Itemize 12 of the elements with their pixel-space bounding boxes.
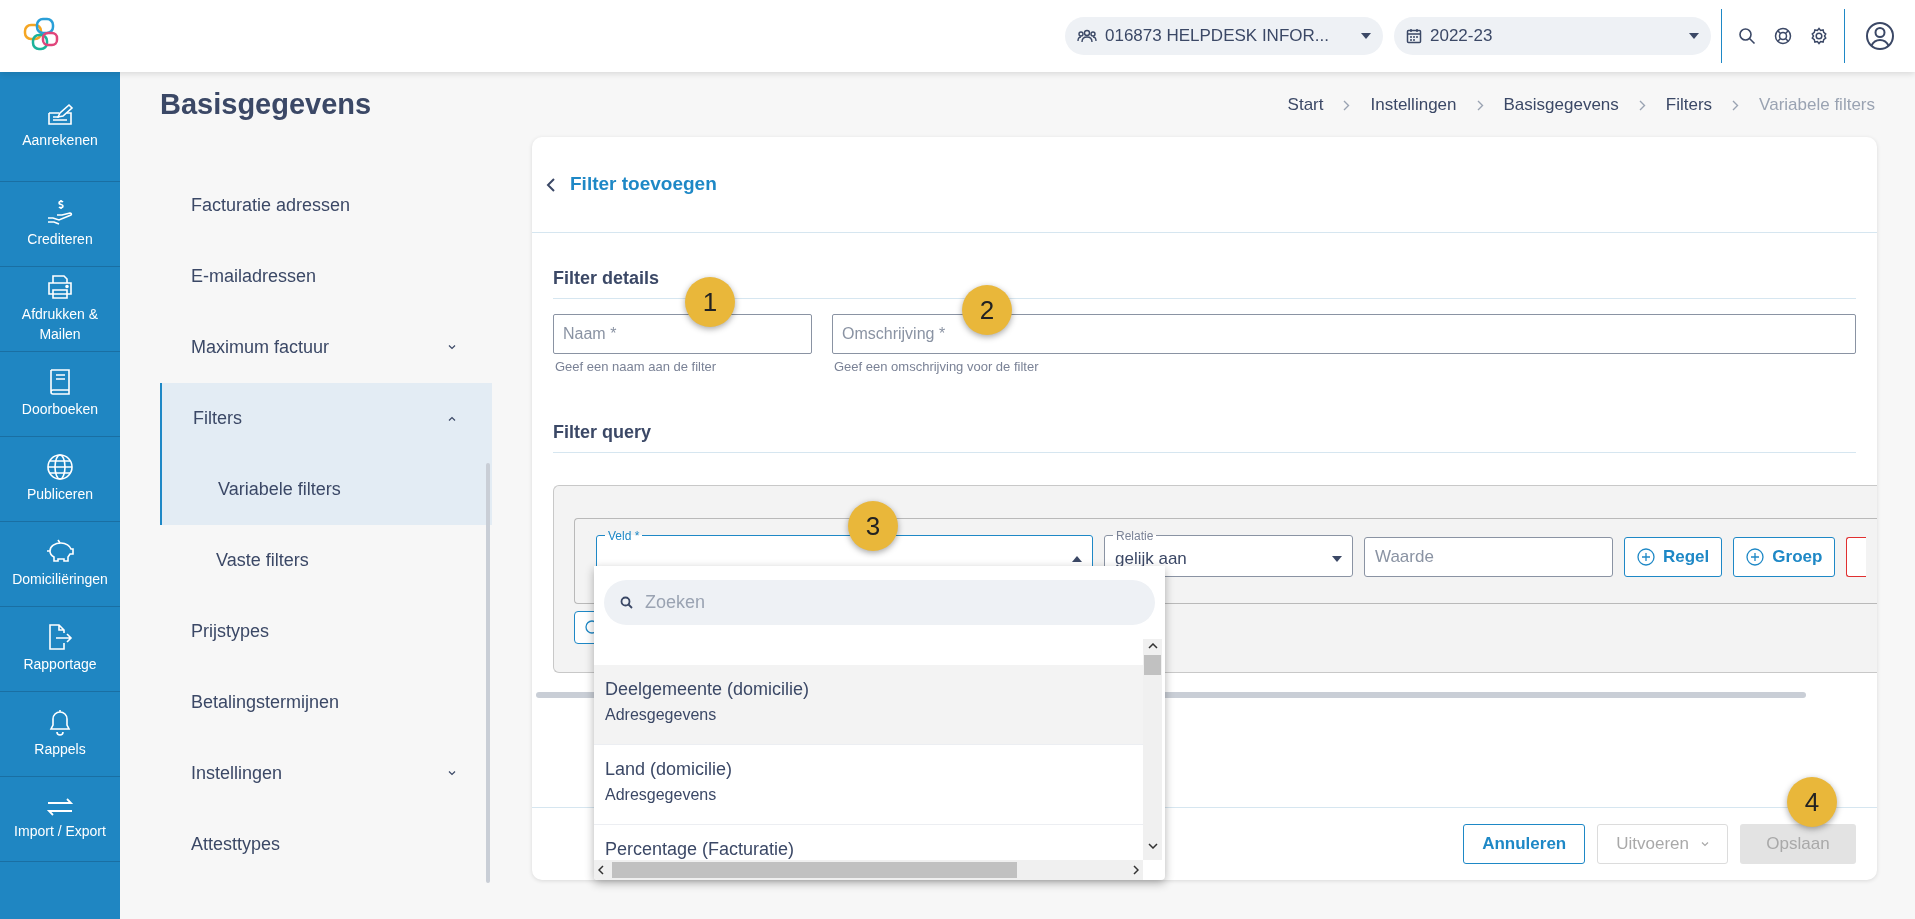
form-title: Filter toevoegen — [570, 172, 717, 197]
breadcrumb-current: Variabele filters — [1759, 94, 1875, 117]
page-title: Basisgegevens — [160, 87, 372, 123]
option-title: Deelgemeente (domicilie) — [605, 678, 811, 701]
option-title: Land (domicilie) — [605, 758, 734, 781]
option-subtitle: Adresgegevens — [605, 785, 718, 805]
section-heading: Filter details — [553, 268, 660, 288]
option-title: Percentage (Facturatie) — [605, 838, 796, 861]
option-subtitle: Adresgegevens — [605, 705, 718, 725]
helper-text: Geef een omschrijving voor de filter — [834, 358, 1040, 376]
helper-text: Geef een naam aan de filter — [555, 358, 718, 376]
section-heading: Filter query — [553, 421, 652, 442]
